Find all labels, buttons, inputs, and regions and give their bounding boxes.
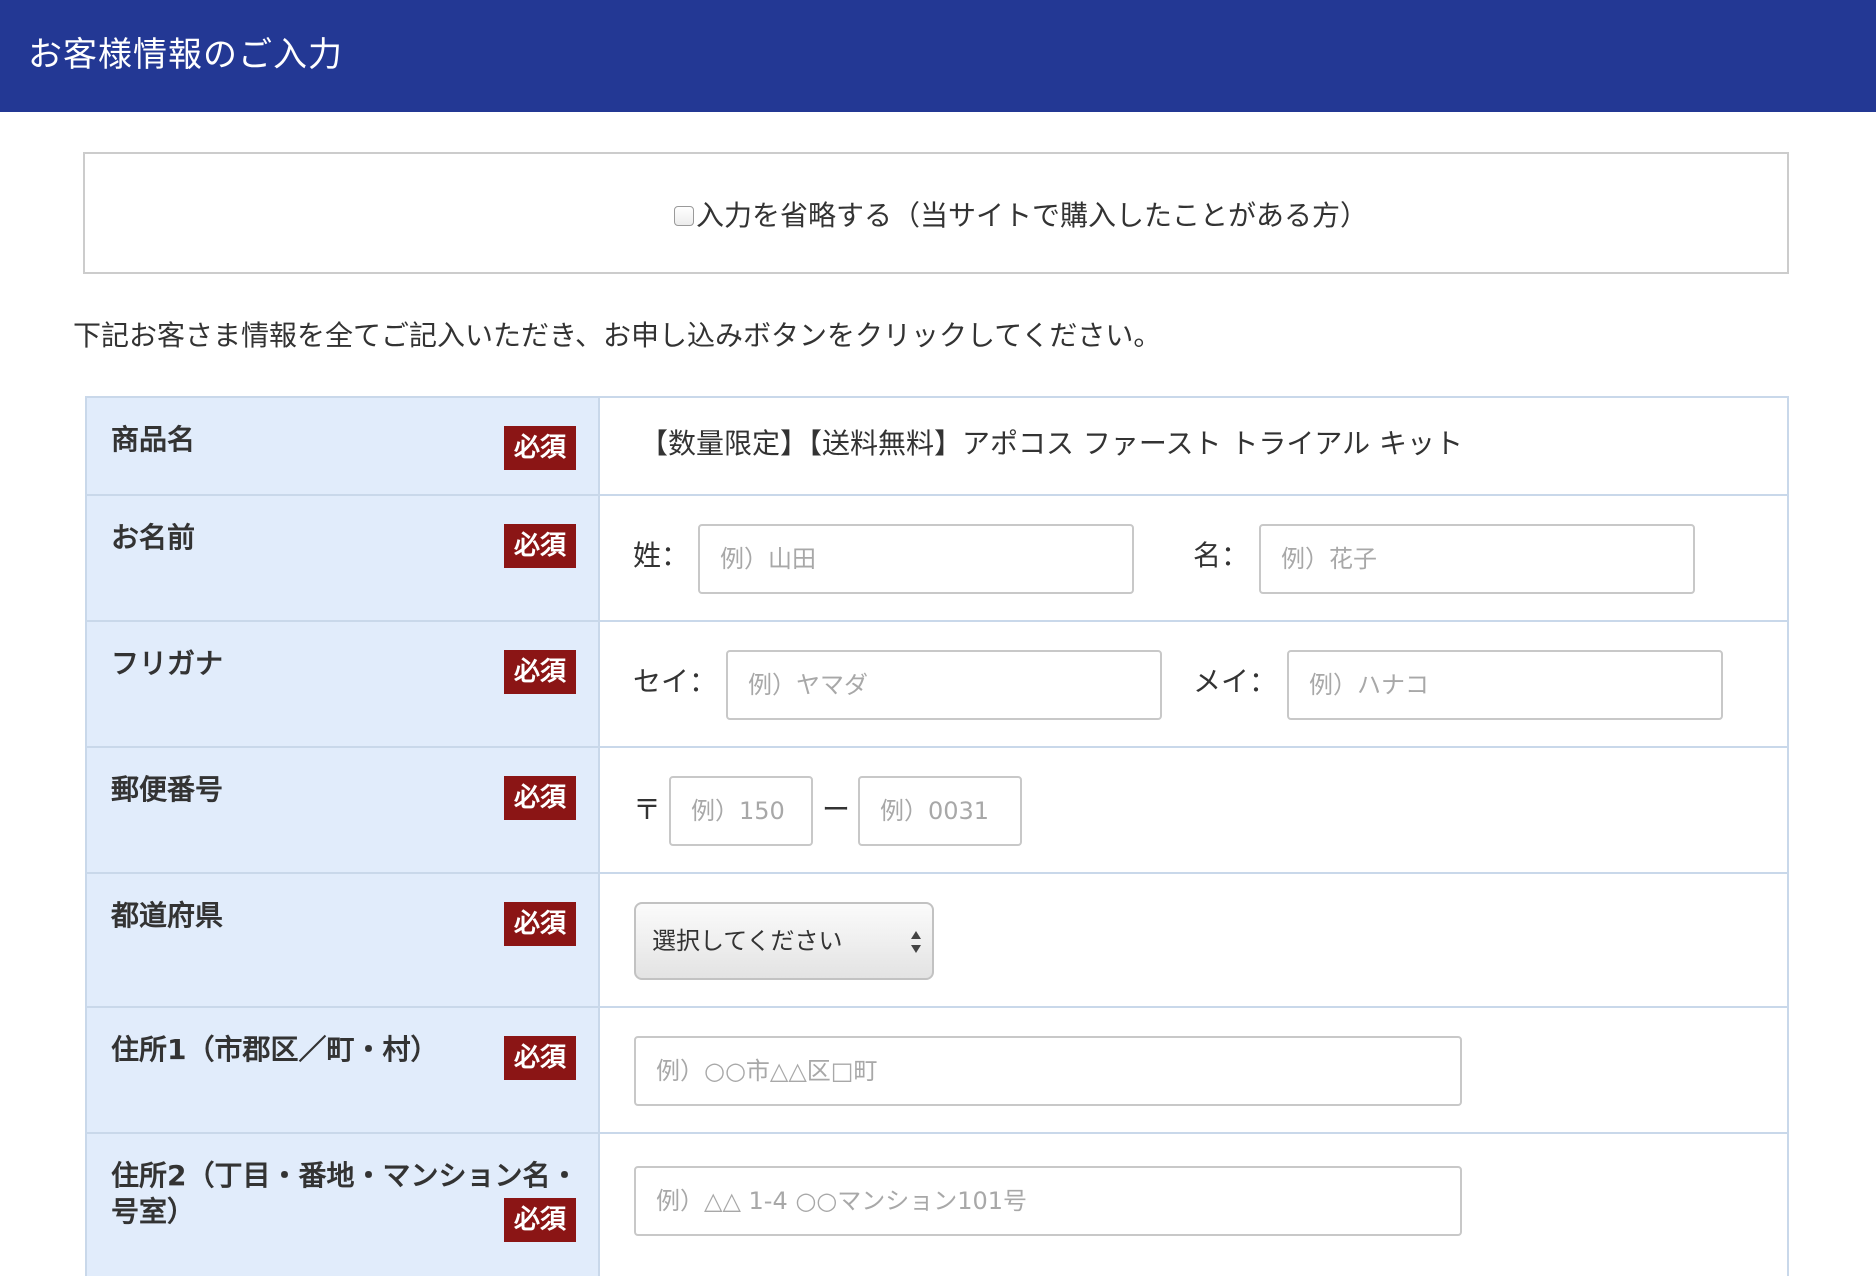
postal-mark: 〒 — [633, 793, 662, 826]
required-badge: 必須 — [504, 1198, 576, 1242]
prefecture-select-value: 選択してください — [652, 927, 843, 955]
postal-separator: ー — [822, 793, 851, 826]
required-badge: 必須 — [504, 902, 576, 946]
address2-label-line2: 号室） — [111, 1195, 196, 1228]
prefecture-label: 都道府県 — [111, 899, 224, 932]
page-header: お客様情報のご入力 — [0, 0, 1876, 112]
last-kana-input[interactable] — [726, 650, 1162, 720]
row-divider — [87, 1132, 1787, 1134]
skip-input-label: 入力を省略する（当サイトで購入したことがある方） — [696, 199, 1369, 232]
postal-code-first-input[interactable] — [669, 776, 813, 846]
product-name-value: 【数量限定】【送料無料】アポコス ファースト トライアル キット — [640, 427, 1464, 460]
customer-form: 商品名 必須 【数量限定】【送料無料】アポコス ファースト トライアル キット … — [85, 396, 1789, 1276]
name-label: お名前 — [111, 521, 196, 554]
required-badge: 必須 — [504, 776, 576, 820]
postal-label: 郵便番号 — [111, 773, 224, 806]
last-name-label: 姓： — [633, 539, 690, 572]
skip-input-option[interactable]: 入力を省略する（当サイトで購入したことがある方） — [674, 194, 1368, 234]
postal-code-second-input[interactable] — [858, 776, 1022, 846]
address1-label: 住所1（市郡区／町・村） — [111, 1033, 439, 1066]
kana-label: フリガナ — [111, 647, 224, 680]
required-badge: 必須 — [504, 524, 576, 568]
skip-input-checkbox[interactable] — [674, 206, 694, 226]
last-kana-label: セイ： — [633, 665, 718, 698]
required-badge: 必須 — [504, 426, 576, 470]
address2-input[interactable] — [634, 1166, 1462, 1236]
product-label: 商品名 — [111, 423, 196, 456]
row-divider — [87, 494, 1787, 496]
select-arrows-icon — [911, 931, 921, 953]
first-name-input[interactable] — [1259, 524, 1695, 594]
skip-input-box: 入力を省略する（当サイトで購入したことがある方） — [83, 152, 1789, 274]
last-name-input[interactable] — [698, 524, 1134, 594]
address2-label: 住所2（丁目・番地・マンション名・ — [111, 1159, 579, 1192]
intro-text: 下記お客さま情報を全てご記入いただき、お申し込みボタンをクリックしてください。 — [73, 319, 1162, 352]
row-divider — [87, 872, 1787, 874]
first-kana-label: メイ： — [1193, 665, 1278, 698]
first-kana-input[interactable] — [1287, 650, 1723, 720]
required-badge: 必須 — [504, 1036, 576, 1080]
row-divider — [87, 1006, 1787, 1008]
first-name-label: 名： — [1193, 539, 1250, 572]
required-badge: 必須 — [504, 650, 576, 694]
prefecture-select[interactable]: 選択してください — [634, 902, 934, 980]
row-divider — [87, 746, 1787, 748]
address1-input[interactable] — [634, 1036, 1462, 1106]
row-divider — [87, 620, 1787, 622]
page-title: お客様情報のご入力 — [28, 35, 343, 75]
